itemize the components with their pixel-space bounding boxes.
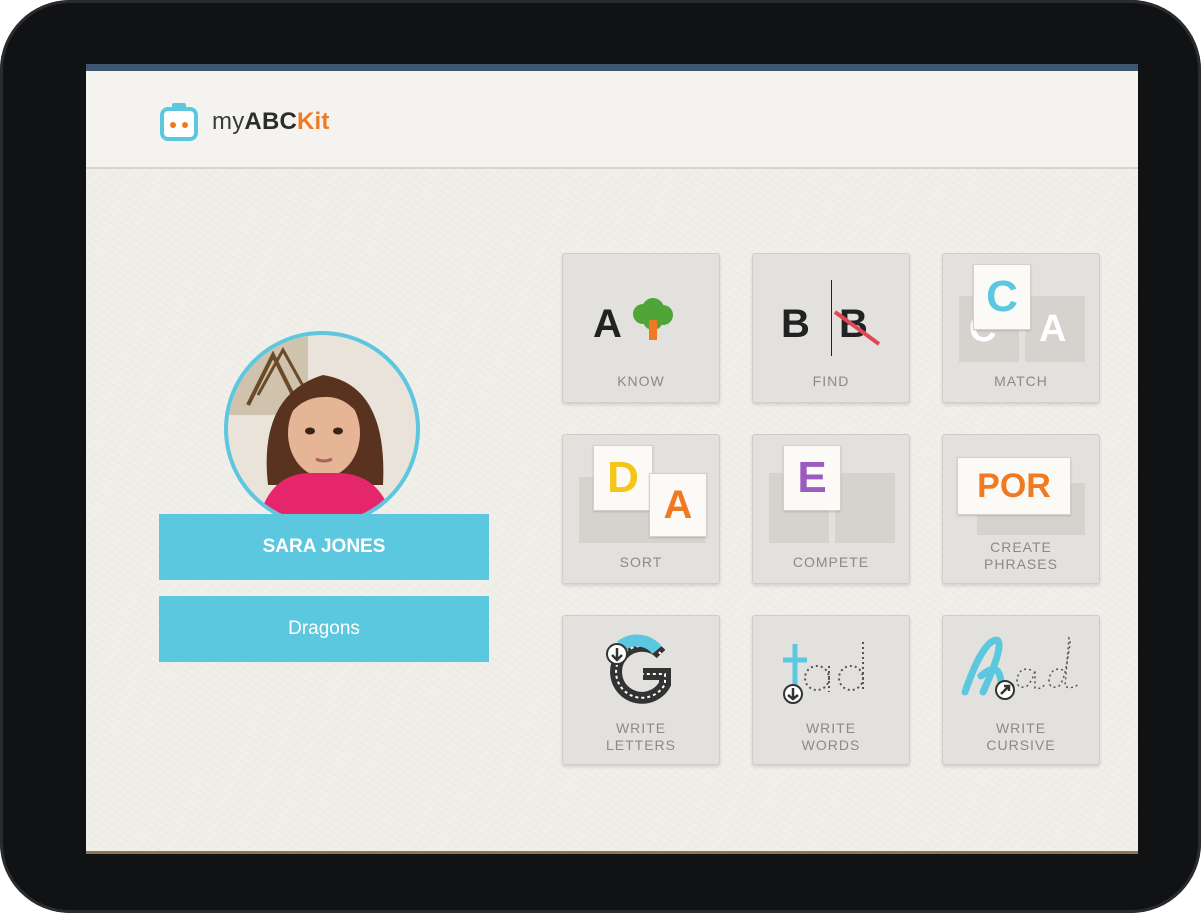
activity-tile-sort[interactable]: D A SORT	[562, 434, 720, 584]
find-label: FIND	[812, 373, 850, 389]
sort-label: SORT	[619, 554, 663, 570]
create-phrases-line1: CREATE	[990, 539, 1052, 555]
logo-text: myABCKit	[212, 108, 330, 136]
app-screen: myABCKit SARA JONES Dragons A KNOW B FIN…	[86, 64, 1138, 854]
profile-team[interactable]: Dragons	[159, 596, 489, 662]
tree-icon	[633, 298, 673, 340]
letter-a-glyph: A	[593, 302, 622, 346]
activity-tile-find[interactable]: B B FIND	[752, 253, 910, 403]
ghost-a-letter: A	[1039, 308, 1067, 350]
write-letters-label: WRITE LETTERS	[563, 720, 719, 754]
logo-abc: ABC	[244, 108, 298, 135]
compete-card-e: E	[783, 445, 841, 511]
child-photo-image	[228, 335, 416, 523]
match-label: MATCH	[994, 373, 1048, 389]
compete-label: COMPETE	[792, 554, 870, 570]
write-cursive-line1: WRITE	[995, 720, 1047, 736]
know-icon: A	[593, 298, 673, 347]
trace-g-icon	[606, 634, 671, 704]
know-label: KNOW	[617, 373, 665, 389]
match-card-c: C	[973, 264, 1031, 330]
write-letters-line1: WRITE	[615, 720, 667, 736]
letter-b-icon: B	[781, 302, 810, 346]
write-cursive-line2: CURSIVE	[986, 737, 1056, 753]
write-letters-line2: LETTERS	[605, 737, 676, 753]
write-words-label: WRITE WORDS	[753, 720, 909, 754]
write-words-line2: WORDS	[801, 737, 861, 753]
trace-cursive-icon	[961, 636, 1080, 700]
activity-tile-write-letters[interactable]: WRITE LETTERS	[562, 615, 720, 765]
logo[interactable]: myABCKit	[158, 101, 330, 143]
divider-line	[831, 280, 832, 356]
create-phrases-line2: PHRASES	[984, 556, 1058, 572]
activity-tile-compete[interactable]: E COMPETE	[752, 434, 910, 584]
trace-word-icon	[783, 642, 864, 704]
profile-name[interactable]: SARA JONES	[159, 514, 489, 580]
logo-kit: Kit	[297, 108, 330, 135]
tablet-frame: myABCKit SARA JONES Dragons A KNOW B FIN…	[0, 0, 1201, 913]
activity-tile-write-cursive[interactable]: WRITE CURSIVE	[942, 615, 1100, 765]
compete-shade-right	[835, 473, 895, 543]
activity-tile-know[interactable]: A KNOW	[562, 253, 720, 403]
app-header: myABCKit	[86, 71, 1138, 169]
profile-avatar[interactable]	[224, 331, 420, 527]
write-cursive-label: WRITE CURSIVE	[943, 720, 1099, 754]
phrase-card-por: POR	[957, 457, 1071, 515]
crossed-b-icon: B	[833, 302, 881, 347]
activity-tile-create-phrases[interactable]: POR CREATE PHRASES	[942, 434, 1100, 584]
create-phrases-label: CREATE PHRASES	[943, 539, 1099, 573]
sort-card-a: A	[649, 473, 707, 537]
red-cross-mark-icon	[833, 310, 881, 346]
activity-tile-write-words[interactable]: WRITE WORDS	[752, 615, 910, 765]
logo-prefix: my	[212, 108, 245, 135]
write-words-line1: WRITE	[805, 720, 857, 736]
activity-tile-match[interactable]: C A C MATCH	[942, 253, 1100, 403]
robot-logo-icon	[160, 103, 198, 141]
sort-card-d: D	[593, 445, 653, 511]
